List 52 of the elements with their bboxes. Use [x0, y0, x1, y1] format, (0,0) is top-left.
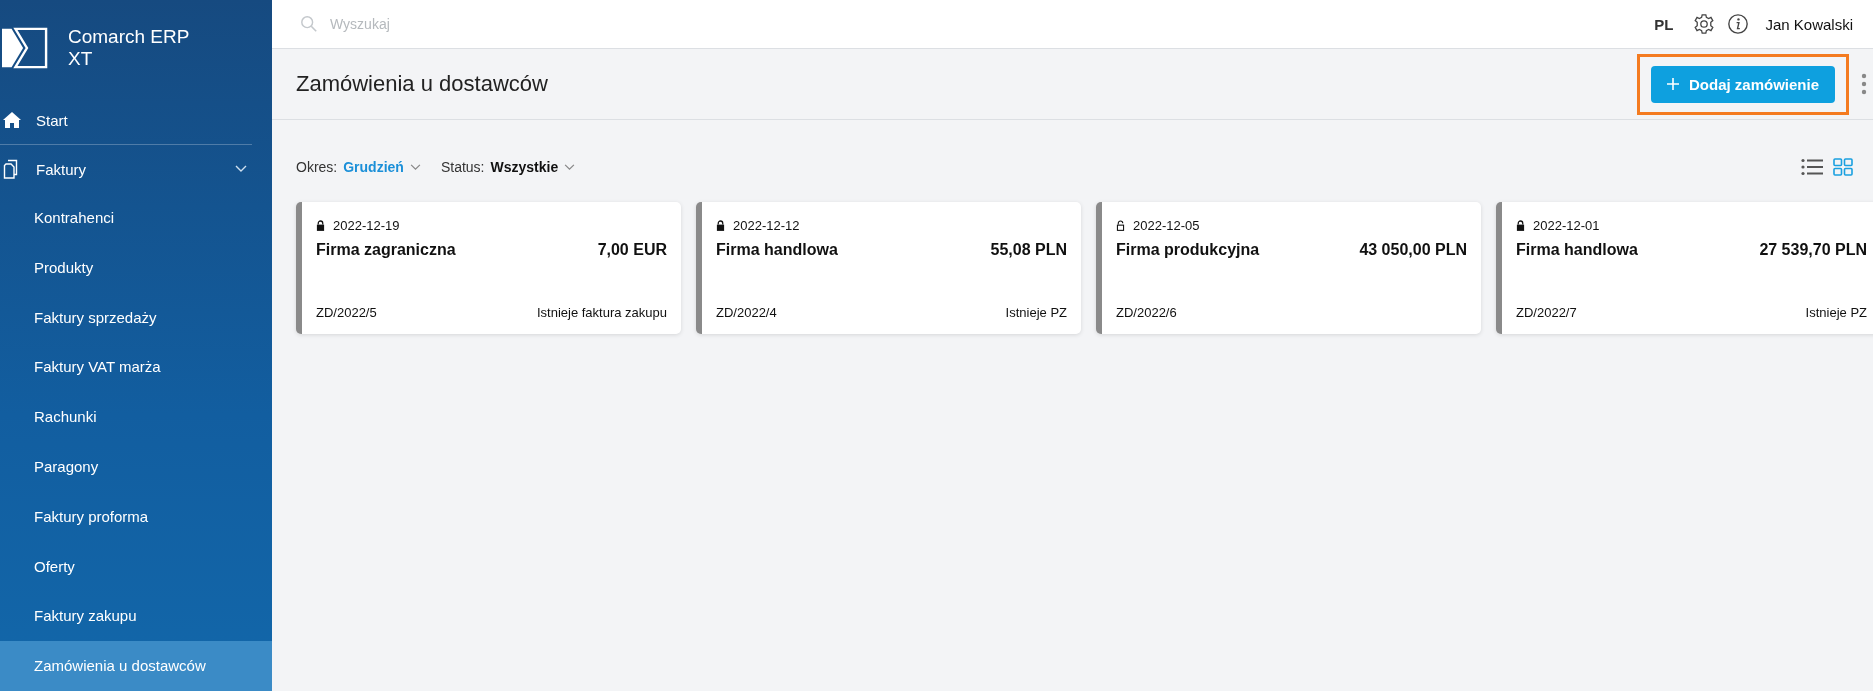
order-amount: 7,00 EUR: [597, 241, 667, 259]
sidebar-item[interactable]: Rachunki: [0, 392, 272, 442]
sidebar-item[interactable]: Produkty: [0, 242, 272, 293]
sidebar-item[interactable]: Oferty: [0, 541, 272, 592]
order-number: ZD/2022/7: [1516, 305, 1577, 320]
sidebar-item[interactable]: Paragony: [0, 442, 272, 492]
sidebar-item[interactable]: Faktury proforma: [0, 491, 272, 542]
filter-dropdown[interactable]: Okres: Grudzień: [296, 159, 421, 175]
list-view-icon[interactable]: [1801, 158, 1823, 176]
logo-icon: [2, 25, 48, 71]
sidebar-item[interactable]: Faktury zakupu: [0, 591, 272, 642]
plus-icon: [1666, 78, 1679, 90]
app-name: Comarch ERP XT: [68, 26, 191, 70]
company-name: Firma handlowa: [1516, 241, 1638, 259]
order-number: ZD/2022/6: [1116, 305, 1177, 320]
order-card[interactable]: 2022-12-05 Firma produkcyjna 43 050,00 PLN ZD/2022/6: [1096, 202, 1481, 334]
home-icon: [2, 110, 22, 130]
grid-view-icon[interactable]: [1833, 158, 1853, 176]
user-name[interactable]: Jan Kowalski: [1765, 15, 1853, 33]
order-status: Istnieje faktura zakupu: [536, 305, 667, 320]
order-date: 2022-12-05: [1133, 218, 1200, 233]
info-icon[interactable]: [1727, 13, 1750, 35]
order-number: ZD/2022/4: [716, 305, 777, 320]
order-card[interactable]: 2022-12-01 Firma handlowa 27 539,70 PLN ZD/2022/7 Istnieje PZ: [1496, 202, 1873, 334]
order-amount: 27 539,70 PLN: [1759, 241, 1867, 259]
order-card[interactable]: 2022-12-19 Firma zagraniczna 7,00 EUR ZD/2022/5 Istnieje faktura zakupu: [296, 202, 681, 334]
language-selector[interactable]: PL: [1654, 15, 1674, 33]
order-date: 2022-12-01: [1533, 218, 1600, 233]
sidebar-item[interactable]: Zamówienia u dostawców: [0, 641, 272, 691]
order-date: 2022-12-19: [333, 218, 400, 233]
filter-dropdown[interactable]: Status: Wszystkie: [440, 159, 576, 175]
sidebar-item[interactable]: Start: [0, 96, 272, 144]
order-card[interactable]: 2022-12-12 Firma handlowa 55,08 PLN ZD/2022/4 Istnieje PZ: [696, 202, 1081, 334]
chevron-icon: [409, 163, 421, 171]
company-name: Firma zagraniczna: [316, 241, 456, 259]
settings-icon[interactable]: [1693, 13, 1716, 35]
company-name: Firma produkcyjna: [1116, 241, 1260, 259]
order-date: 2022-12-12: [733, 218, 800, 233]
sidebar-item[interactable]: Kontrahenci: [0, 193, 272, 243]
search-icon: [300, 15, 318, 33]
company-name: Firma handlowa: [716, 241, 838, 259]
order-amount: 43 050,00 PLN: [1359, 241, 1467, 259]
chevron-icon: [564, 163, 576, 171]
more-options-icon[interactable]: [1861, 73, 1867, 95]
sidebar-item[interactable]: Faktury: [0, 145, 272, 193]
order-status: Istnieje PZ: [1805, 305, 1867, 320]
order-number: ZD/2022/5: [316, 305, 377, 320]
order-amount: 55,08 PLN: [990, 241, 1067, 259]
sidebar-item[interactable]: Faktury VAT marża: [0, 342, 272, 393]
sidebar-item[interactable]: Faktury sprzedaży: [0, 292, 272, 343]
order-status: Istnieje PZ: [1005, 305, 1067, 320]
page-title: Zamówienia u dostawców: [296, 71, 549, 97]
